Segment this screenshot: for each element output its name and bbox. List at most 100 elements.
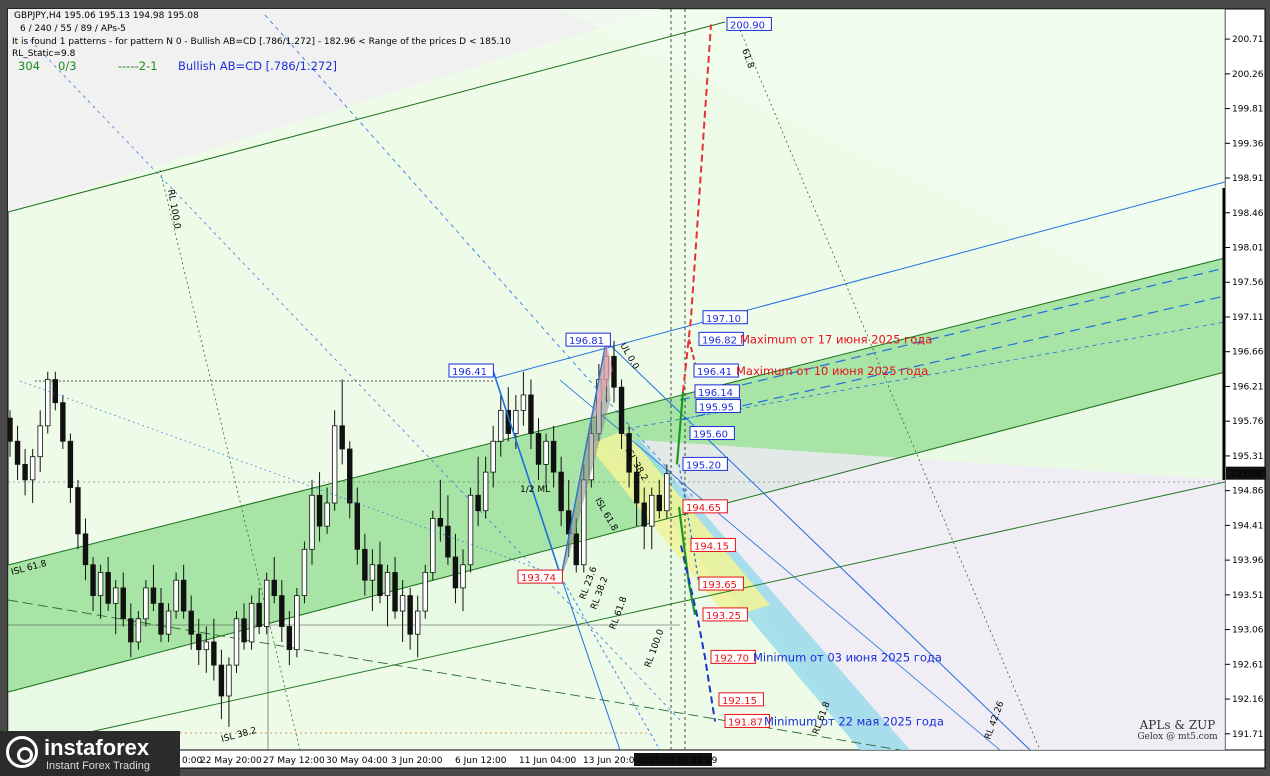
candle-body (649, 494, 655, 527)
candle-body (60, 402, 66, 442)
candle-body (399, 595, 406, 612)
candle-body (279, 595, 285, 627)
candle-body (324, 502, 330, 527)
y-tick-label: 192.61 (1232, 660, 1264, 670)
candle-body (331, 425, 338, 504)
swing-label-d: 196.81 (569, 336, 604, 347)
chart-window: 200.90 197.10 196.82 196.41 196.14 195.95 195.… (0, 0, 1270, 776)
y-tick-label: 199.36 (1232, 139, 1264, 149)
y-tick-label: 200.26 (1232, 70, 1264, 80)
candle-body (165, 610, 172, 635)
pattern-name: Bullish AB=CD [.786/1.272] (178, 59, 337, 73)
candle-body (233, 618, 240, 666)
y-tick-label: 197.56 (1232, 278, 1264, 288)
candle-body (286, 626, 293, 651)
chart-canvas[interactable]: 200.90 197.10 196.82 196.41 196.14 195.95 195.… (0, 0, 1270, 776)
blue-level-label: 196.41 (697, 367, 732, 378)
candle-body (211, 641, 217, 666)
candle-body (226, 664, 232, 697)
candle-body (664, 473, 670, 512)
candle-body (8, 417, 13, 442)
blue-level-label: 195.60 (693, 430, 728, 441)
candle-body (113, 587, 119, 604)
candle-body (248, 602, 255, 643)
candle-body (369, 564, 376, 581)
candle-body (271, 579, 277, 597)
y-tick-label: 194.41 (1232, 521, 1264, 531)
candle-body (550, 440, 557, 473)
candle-body (22, 464, 28, 481)
candle-body (573, 533, 579, 566)
candle-body (45, 379, 51, 427)
candle-body (37, 425, 43, 458)
red-level-label: 194.65 (686, 503, 721, 514)
candle-body (384, 572, 391, 597)
candle-body (301, 548, 308, 597)
candle-body (256, 602, 262, 627)
annotation-text: Maximum от 17 июня 2025 года (740, 332, 932, 346)
candle-body (475, 494, 481, 512)
candle-body (120, 587, 126, 620)
y-tick-label: 199.81 (1232, 105, 1264, 115)
blue-level-label: 197.10 (706, 314, 741, 325)
candle-body (309, 494, 315, 550)
y-tick-label: 198.46 (1232, 209, 1264, 219)
red-level-label: 191.87 (728, 717, 763, 728)
candle-body (150, 587, 157, 604)
candle-body (158, 602, 164, 635)
logo-mark-icon (6, 736, 38, 768)
candle-body (641, 502, 647, 527)
candle-body (294, 595, 300, 651)
candle-body (75, 487, 81, 535)
swing-label-c: 193.74 (521, 573, 556, 584)
candle-body (482, 471, 489, 512)
candle-body (528, 394, 534, 434)
symbol-line: GBPJPY,H4 195.06 195.13 194.98 195.08 (14, 11, 199, 21)
candle-body (498, 409, 504, 442)
counter-a: 304 (18, 59, 40, 73)
candle-body (218, 664, 225, 697)
candle-body (241, 618, 247, 643)
candle-body (422, 572, 428, 612)
blue-level-label: 195.95 (699, 403, 734, 414)
params-line: 6 / 240 / 55 / 89 / APs-5 (20, 24, 126, 34)
logo-tagline: Instant Forex Trading (46, 760, 150, 772)
y-tick-label: 198.01 (1232, 244, 1264, 254)
counter-c: -----2-1 (118, 59, 158, 73)
candle-body (143, 587, 149, 620)
candle-body (128, 618, 134, 643)
candle-body (430, 518, 436, 573)
fib-label: 1/2 ML (520, 485, 550, 495)
x-tick-label: 27 May 12:00 (263, 756, 325, 766)
candle-body (90, 564, 96, 597)
candle-body (513, 409, 519, 434)
candle-body (460, 564, 466, 589)
x-tick-label: 6 Jun 12:00 (455, 756, 507, 766)
signature: APLs & ZUP Gelox @ mt5.com (1130, 718, 1225, 742)
candle-body (377, 564, 383, 597)
candle-body (362, 548, 368, 581)
candle-body (14, 440, 21, 465)
signature-title: APLs & ZUP (1139, 718, 1216, 732)
annotation-text: Minimum от 03 июня 2025 года (753, 650, 942, 664)
candle-body (467, 494, 474, 566)
candle-body (656, 494, 662, 512)
candle-body (316, 494, 323, 527)
y-tick-label: 191.71 (1232, 730, 1264, 740)
blue-level-label: 200.90 (730, 20, 765, 31)
red-level-label: 192.70 (714, 653, 749, 664)
y-tick-label: 195.76 (1232, 417, 1264, 427)
candle-body (263, 579, 270, 627)
candle-body (535, 433, 542, 465)
y-tick-label: 200.71 (1232, 35, 1264, 45)
candle-body (135, 618, 142, 643)
y-tick-label: 196.21 (1232, 382, 1264, 392)
price-axis-area (1224, 8, 1266, 751)
candle-body (29, 456, 36, 481)
candle-body (97, 572, 104, 597)
annotation-text: Maximum от 10 июня 2025 года (736, 364, 928, 378)
candle-body (490, 440, 496, 473)
candle-body (437, 518, 444, 527)
candle-body (618, 386, 625, 434)
candle-body (105, 572, 111, 604)
